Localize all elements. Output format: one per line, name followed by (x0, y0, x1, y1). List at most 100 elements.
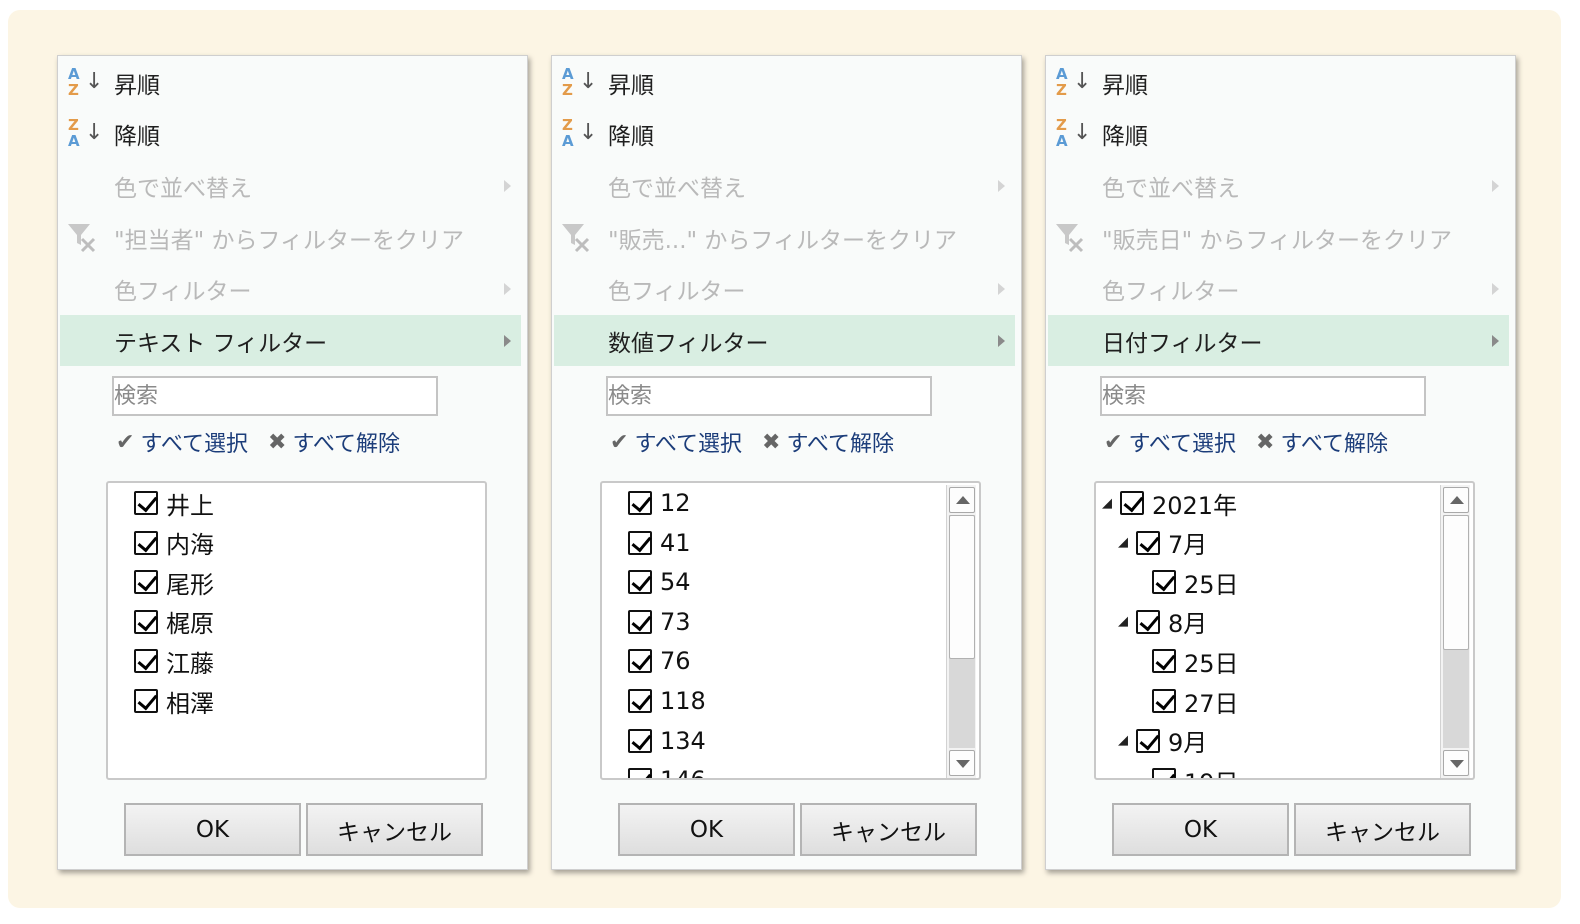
list-item[interactable]: 相澤 (134, 681, 214, 721)
list-item[interactable]: 井上 (134, 483, 214, 523)
checkbox-checked[interactable] (628, 609, 652, 634)
checkbox-checked[interactable] (134, 491, 158, 515)
checkbox-checked[interactable] (1152, 768, 1176, 778)
list-item[interactable]: 73 (628, 602, 691, 642)
tree-item[interactable]: ◢ 7月 (1118, 523, 1207, 563)
scroll-track[interactable] (949, 515, 975, 748)
select-all-link[interactable]: ✔ すべて選択 (610, 426, 742, 458)
list-item[interactable]: 134 (628, 721, 706, 761)
list-item[interactable]: 梶原 (134, 602, 214, 642)
sort-descending-item[interactable]: Z A ↓ 降順 (60, 109, 521, 159)
tree-item[interactable]: 25日 (1152, 562, 1239, 602)
tree-item-label: 27日 (1184, 689, 1239, 718)
list-item-label: 54 (660, 568, 691, 597)
checkbox-checked[interactable] (1120, 491, 1144, 515)
checkbox-checked[interactable] (134, 530, 158, 555)
list-item[interactable]: 76 (628, 641, 691, 681)
clear-filter-icon (66, 221, 100, 255)
checkbox-checked[interactable] (1136, 609, 1160, 634)
list-item[interactable]: 内海 (134, 523, 214, 563)
value-list[interactable]: ◢ 2021年 ◢ 7月 25日 ◢ 8月 25日 27日 ◢ 9月 19日 (1094, 481, 1475, 780)
sort-za-icon: Z A ↓ (68, 116, 104, 150)
scroll-track[interactable] (1443, 515, 1469, 748)
sort-descending-item[interactable]: Z A ↓ 降順 (554, 109, 1015, 159)
list-item[interactable]: 江藤 (134, 641, 214, 681)
type-filter-label: 日付フィルター (1102, 330, 1263, 357)
scroll-up-button[interactable] (1443, 487, 1469, 513)
deselect-all-label: すべて解除 (786, 432, 895, 457)
search-input[interactable]: 検索 (112, 376, 438, 416)
expand-triangle-icon[interactable]: ◢ (1102, 496, 1118, 511)
value-list[interactable]: 12 41 54 73 76 118 134 146 (600, 481, 981, 780)
checkbox-checked[interactable] (134, 570, 158, 595)
checkbox-checked[interactable] (1152, 649, 1176, 674)
tree-item[interactable]: 25日 (1152, 641, 1239, 681)
tree-item[interactable]: 19日 (1152, 760, 1239, 778)
tree-item[interactable]: ◢ 8月 (1118, 602, 1207, 642)
color-filter-item: 色フィルター (60, 264, 521, 314)
sort-ascending-label: 昇順 (1102, 73, 1148, 99)
scroll-down-button[interactable] (1443, 750, 1469, 776)
deselect-all-label: すべて解除 (292, 432, 401, 457)
color-filter-item: 色フィルター (554, 264, 1015, 314)
list-item[interactable]: 54 (628, 562, 691, 602)
type-filter-item[interactable]: 数値フィルター (554, 315, 1015, 366)
value-list[interactable]: 井上 内海 尾形 梶原 江藤 相澤 (106, 481, 487, 780)
ok-button[interactable]: OK (1112, 803, 1289, 856)
color-filter-item: 色フィルター (1048, 264, 1509, 314)
select-all-link[interactable]: ✔ すべて選択 (1104, 426, 1236, 458)
checkbox-checked[interactable] (628, 491, 652, 515)
tree-item[interactable]: 27日 (1152, 681, 1239, 721)
filter-panel-sales-date: A Z ↓ 昇順 Z A ↓ 降順 色で並べ替え "販売日" からフィルターをクリア 色フィルター日… (1045, 55, 1516, 870)
type-filter-item[interactable]: テキスト フィルター (60, 315, 521, 366)
checkbox-checked[interactable] (1152, 689, 1176, 713)
sort-ascending-item[interactable]: A Z ↓ 昇順 (554, 58, 1015, 108)
list-item[interactable]: 41 (628, 523, 691, 563)
deselect-all-link[interactable]: ✖ すべて解除 (1256, 426, 1388, 458)
tree-item[interactable]: ◢ 2021年 (1102, 483, 1237, 523)
select-all-link[interactable]: ✔ すべて選択 (116, 426, 248, 458)
checkbox-checked[interactable] (134, 689, 158, 713)
vertical-scrollbar[interactable] (1440, 485, 1470, 778)
expand-triangle-icon[interactable]: ◢ (1118, 614, 1134, 629)
checkbox-checked[interactable] (1136, 728, 1160, 753)
deselect-all-link[interactable]: ✖ すべて解除 (268, 426, 400, 458)
cancel-button[interactable]: キャンセル (800, 803, 977, 856)
sort-descending-item[interactable]: Z A ↓ 降順 (1048, 109, 1509, 159)
scroll-thumb[interactable] (949, 515, 975, 660)
cancel-button[interactable]: キャンセル (306, 803, 483, 856)
deselect-all-link[interactable]: ✖ すべて解除 (762, 426, 894, 458)
list-item[interactable]: 12 (628, 483, 691, 523)
sort-ascending-item[interactable]: A Z ↓ 昇順 (1048, 58, 1509, 108)
sort-ascending-item[interactable]: A Z ↓ 昇順 (60, 58, 521, 108)
list-item[interactable]: 146 (628, 760, 706, 778)
search-input[interactable]: 検索 (1100, 376, 1426, 416)
ok-button[interactable]: OK (124, 803, 301, 856)
scroll-up-button[interactable] (949, 487, 975, 513)
selection-actions: ✔ すべて選択 ✖ すべて解除 (1104, 424, 1408, 460)
list-item[interactable]: 118 (628, 681, 706, 721)
checkbox-checked[interactable] (134, 649, 158, 674)
checkbox-checked[interactable] (628, 570, 652, 595)
checkbox-checked[interactable] (1152, 570, 1176, 595)
select-all-label: すべて選択 (634, 432, 743, 457)
expand-triangle-icon[interactable]: ◢ (1118, 535, 1134, 550)
scroll-down-button[interactable] (949, 750, 975, 776)
scroll-thumb[interactable] (1443, 515, 1469, 651)
vertical-scrollbar[interactable] (946, 485, 976, 778)
checkbox-checked[interactable] (628, 768, 652, 778)
search-input[interactable]: 検索 (606, 376, 932, 416)
cancel-button[interactable]: キャンセル (1294, 803, 1471, 856)
tree-item[interactable]: ◢ 9月 (1118, 721, 1207, 761)
checkbox-checked[interactable] (628, 689, 652, 713)
checkbox-checked[interactable] (628, 530, 652, 555)
checkbox-checked[interactable] (628, 649, 652, 674)
type-filter-item[interactable]: 日付フィルター (1048, 315, 1509, 366)
expand-triangle-icon[interactable]: ◢ (1118, 733, 1134, 748)
submenu-arrow-icon (998, 180, 1005, 192)
checkbox-checked[interactable] (628, 728, 652, 753)
list-item[interactable]: 尾形 (134, 562, 214, 602)
checkbox-checked[interactable] (134, 609, 158, 634)
ok-button[interactable]: OK (618, 803, 795, 856)
checkbox-checked[interactable] (1136, 530, 1160, 555)
